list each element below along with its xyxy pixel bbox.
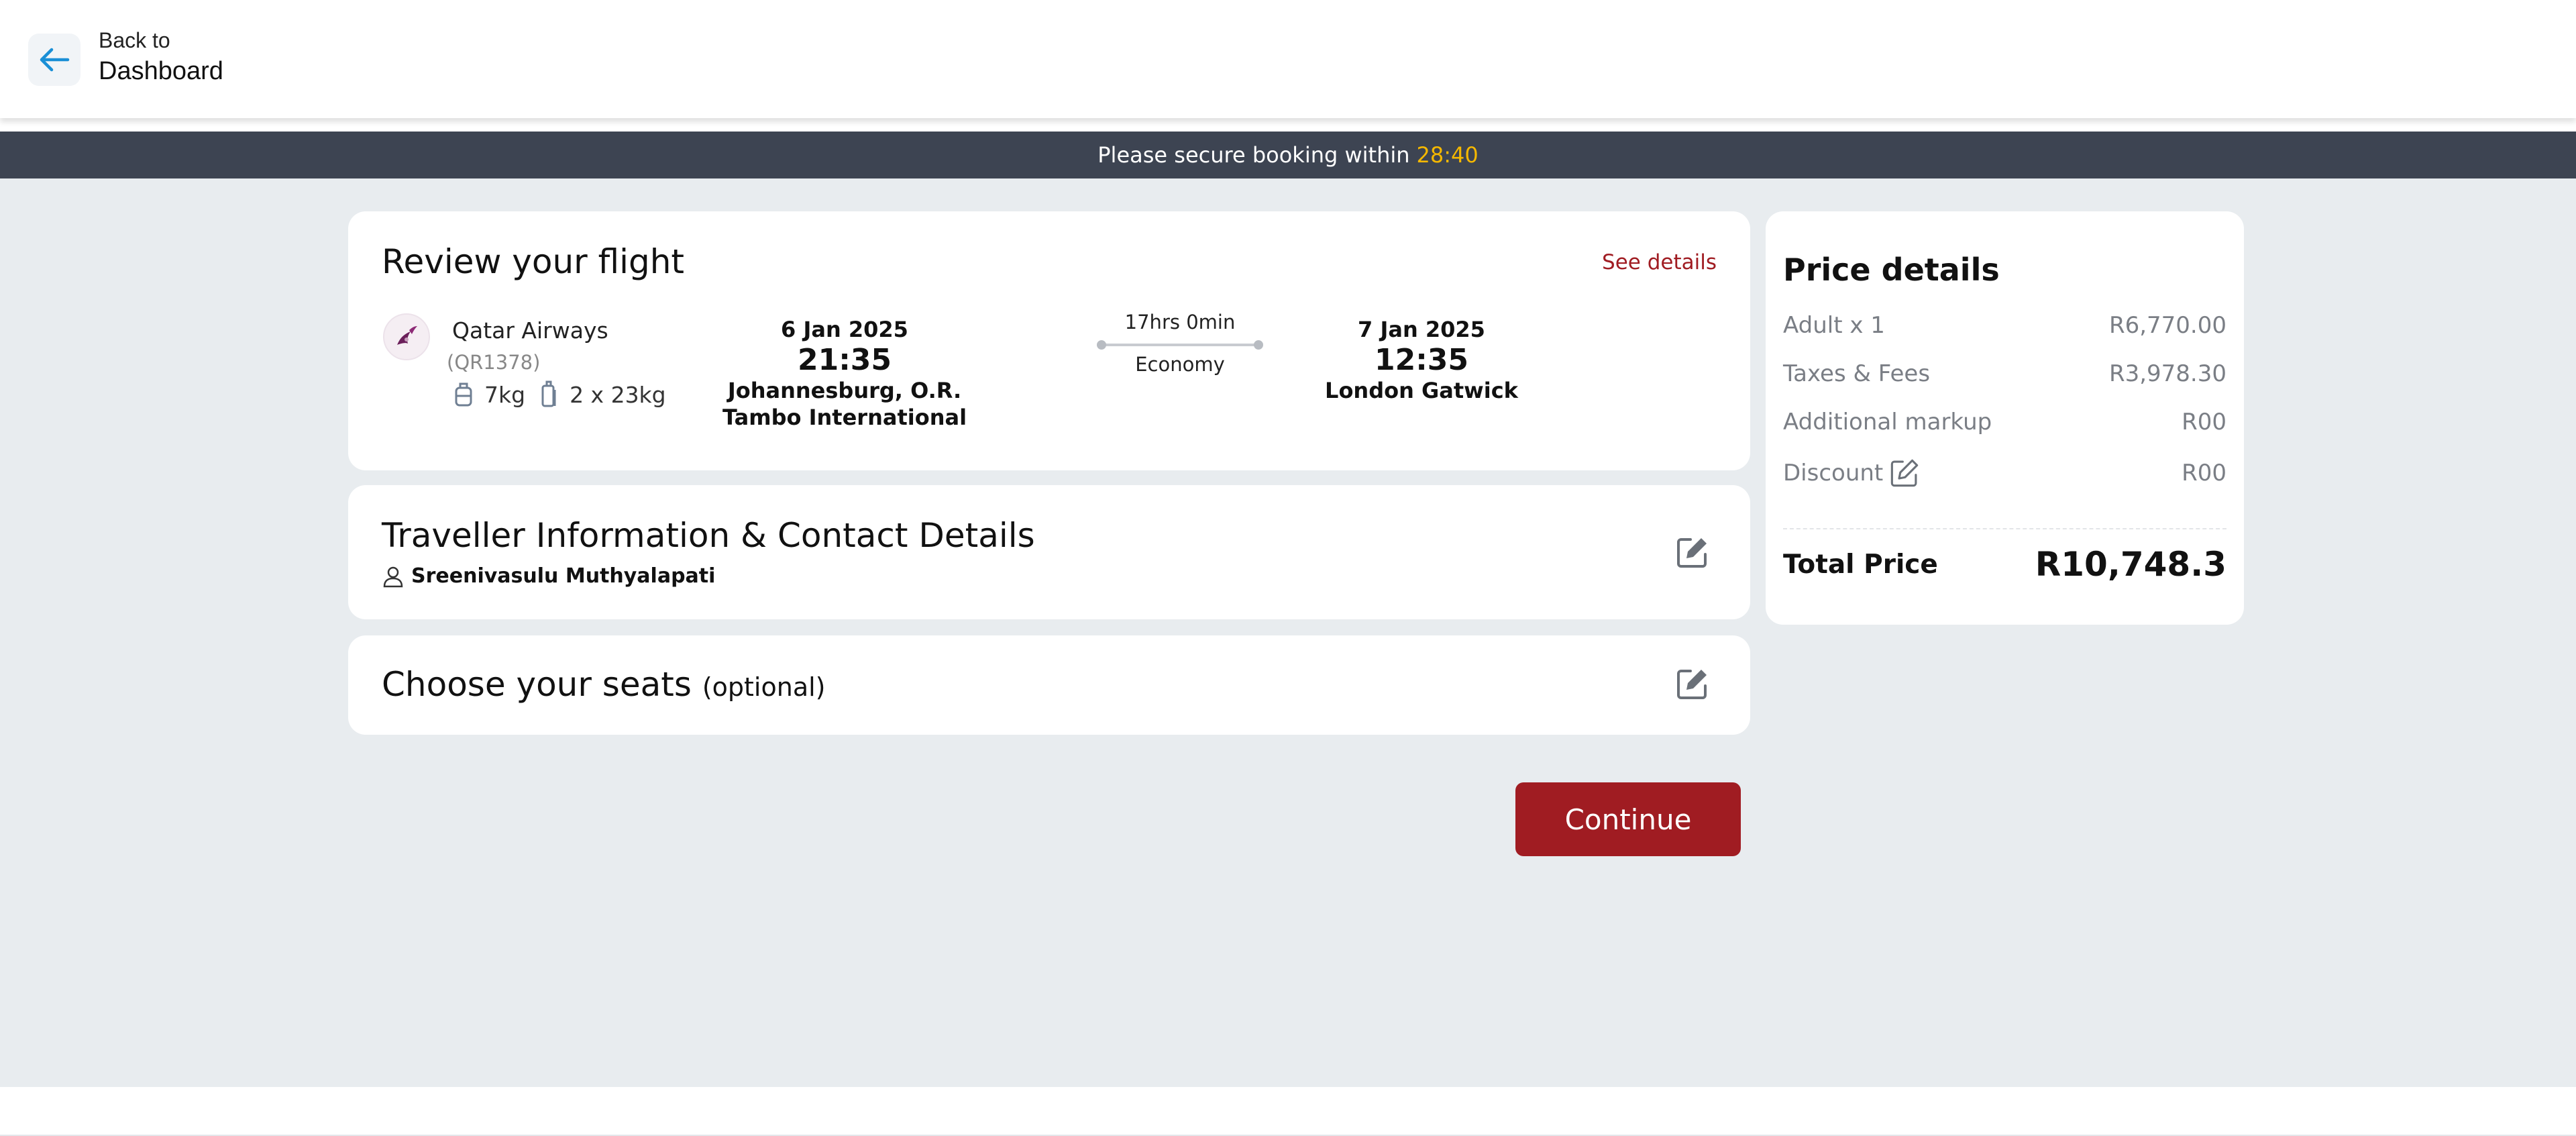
- baggage-info: 7kg 2 x 23kg: [452, 380, 666, 409]
- total-price-row: Total Price R10,748.3: [1783, 545, 2226, 584]
- seats-title: Choose your seats (optional): [382, 665, 825, 704]
- airline-name: Qatar Airways: [452, 317, 608, 344]
- departure-time: 21:35: [797, 343, 892, 377]
- review-flight-title: Review your flight: [382, 242, 685, 281]
- traveller-info-card: Traveller Information & Contact Details …: [348, 485, 1750, 619]
- price-row-taxes: Taxes & Fees R3,978.30: [1783, 360, 2226, 387]
- price-value: R00: [2182, 409, 2226, 435]
- back-button[interactable]: [28, 34, 80, 86]
- price-label: Additional markup: [1783, 409, 1992, 435]
- timer-text: Please secure booking within: [1097, 142, 1410, 168]
- price-details-title: Price details: [1783, 252, 2000, 288]
- price-row-markup: Additional markup R00: [1783, 409, 2226, 435]
- cabin-bag-weight: 7kg: [484, 381, 526, 408]
- route-line: [1097, 340, 1263, 350]
- edit-traveller-button[interactable]: [1672, 532, 1713, 572]
- departure-date: 6 Jan 2025: [781, 317, 908, 342]
- price-label: Discount: [1783, 460, 1884, 486]
- traveller-name: Sreenivasulu Muthyalapati: [411, 564, 716, 588]
- price-row-adult: Adult x 1 R6,770.00: [1783, 312, 2226, 339]
- qatar-oryx-icon: [397, 326, 417, 345]
- choose-seats-card: Choose your seats (optional): [348, 635, 1750, 735]
- timer-countdown: 28:40: [1416, 142, 1479, 168]
- duration-text: 17hrs 0min: [1124, 311, 1236, 333]
- arrival-info: 7 Jan 2025 12:35 London Gatwick: [1274, 315, 1569, 404]
- flight-number: (QR1378): [447, 351, 541, 374]
- back-to-dashboard-link[interactable]: Back to Dashboard: [99, 27, 223, 89]
- cabin-class: Economy: [1135, 353, 1225, 376]
- airline-logo: [383, 313, 430, 360]
- back-label: Back to: [99, 28, 170, 52]
- traveller-title: Traveller Information & Contact Details: [382, 516, 1035, 555]
- price-divider: [1783, 528, 2226, 529]
- footer-area: [0, 1087, 2576, 1136]
- user-icon: [383, 566, 403, 587]
- price-label: Adult x 1: [1783, 312, 1885, 339]
- departure-city: Johannesburg, O.R. Tambo International: [722, 378, 967, 430]
- seats-optional-label: (optional): [702, 672, 826, 702]
- seats-title-text: Choose your seats: [382, 665, 692, 704]
- edit-icon: [1677, 670, 1707, 699]
- price-row-discount: Discount R00: [1783, 457, 2226, 489]
- discount-label-group: Discount: [1783, 457, 1921, 489]
- top-bar: Back to Dashboard: [0, 0, 2576, 118]
- continue-button[interactable]: Continue: [1515, 782, 1741, 856]
- review-flight-card: Review your flight See details Qatar Air…: [348, 211, 1750, 470]
- edit-discount-icon[interactable]: [1888, 457, 1921, 489]
- flight-duration: 17hrs 0min Economy: [1079, 309, 1281, 376]
- arrival-date: 7 Jan 2025: [1358, 317, 1485, 342]
- price-label: Taxes & Fees: [1783, 360, 1931, 387]
- price-details-card: Price details Adult x 1 R6,770.00 Taxes …: [1766, 211, 2244, 625]
- edit-icon: [1677, 538, 1707, 568]
- arrival-city: London Gatwick: [1325, 378, 1518, 403]
- arrow-left-icon: [40, 48, 70, 72]
- total-price-value: R10,748.3: [2035, 545, 2226, 584]
- arrival-time: 12:35: [1374, 343, 1469, 377]
- total-price-label: Total Price: [1783, 549, 1938, 580]
- see-details-link[interactable]: See details: [1602, 250, 1717, 274]
- traveller-name-row: Sreenivasulu Muthyalapati: [382, 564, 715, 588]
- price-value: R00: [2182, 460, 2226, 486]
- price-value: R3,978.30: [2108, 360, 2226, 387]
- edit-seats-button[interactable]: [1672, 664, 1713, 704]
- cabin-bag-icon: [455, 382, 472, 407]
- dashboard-label: Dashboard: [99, 57, 223, 85]
- booking-timer-banner: Please secure booking within 28:40: [0, 132, 2576, 178]
- checked-bag-icon: [541, 380, 556, 407]
- price-value: R6,770.00: [2108, 312, 2226, 339]
- main-content: Review your flight See details Qatar Air…: [0, 178, 2576, 1087]
- departure-info: 6 Jan 2025 21:35 Johannesburg, O.R. Tamb…: [697, 315, 992, 431]
- checked-bag-weight: 2 x 23kg: [570, 381, 666, 408]
